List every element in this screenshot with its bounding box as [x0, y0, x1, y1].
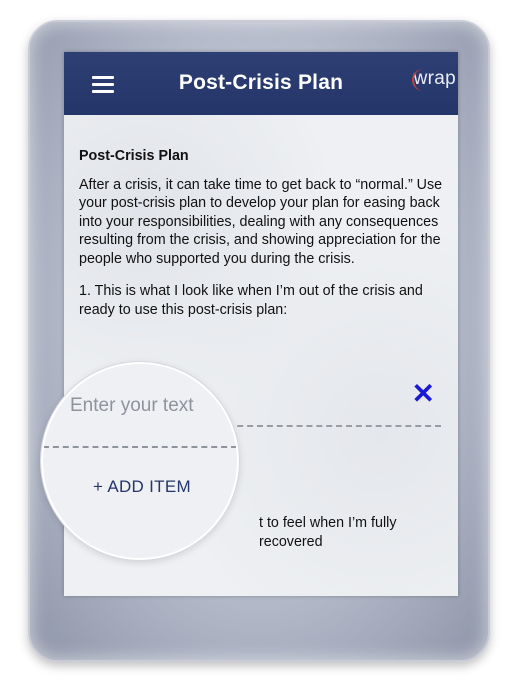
top-app-bar: Post-Crisis Plan wrap: [64, 52, 458, 115]
plan-content: Post-Crisis Plan After a crisis, it can …: [79, 147, 445, 319]
add-item-button[interactable]: + ADD ITEM: [93, 477, 191, 497]
wrap-logo: wrap: [411, 68, 456, 91]
section-title: Post-Crisis Plan: [79, 148, 189, 164]
close-icon[interactable]: ✕: [412, 380, 435, 408]
magnifier-callout: Enter your text + ADD ITEM: [41, 362, 239, 560]
intro-paragraph: After a crisis, it can take time to get …: [79, 176, 443, 267]
question-1: 1. This is what I look like when I’m out…: [79, 283, 423, 318]
magnified-placeholder: Enter your text: [70, 395, 194, 416]
page-title: Post-Crisis Plan: [178, 71, 344, 94]
magnified-dashed-divider: [43, 446, 237, 448]
